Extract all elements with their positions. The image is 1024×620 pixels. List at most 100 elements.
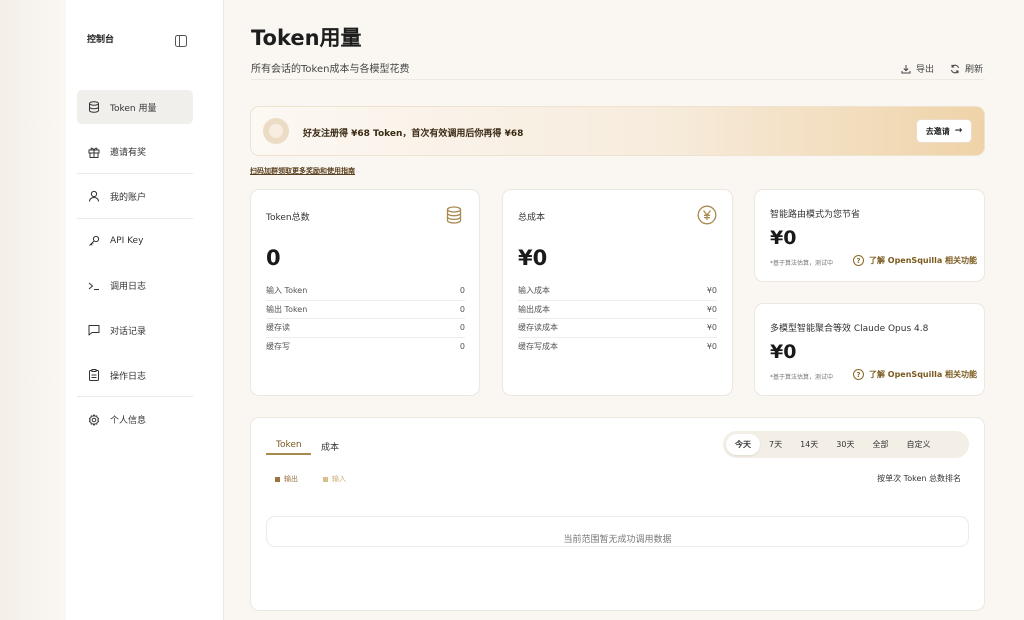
row-label: 缓存读成本 <box>518 323 558 333</box>
cost-breakdown: 输入成本 ¥0 输出成本 ¥0 缓存读成本 ¥0 缓存写成本 ¥0 <box>518 281 717 355</box>
main-content: Token用量 所有会话的Token成本与各模型花费 导出 刷新 好友注册得 ¥… <box>224 0 1024 620</box>
row-label: 缓存写成本 <box>518 342 558 352</box>
row-label: 缓存写 <box>266 342 290 352</box>
list-item: 缓存写 0 <box>266 336 465 356</box>
learn-more-label: 了解 OpenSquilla 相关功能 <box>869 370 978 379</box>
time-range-selector: 今天 7天 14天 30天 全部 自定义 <box>723 431 969 458</box>
sidebar-item-label: 操作日志 <box>110 371 147 382</box>
smart-routing-saving-card: 智能路由模式为您节省 ¥0 *基于算法估算，测试中 ? 了解 OpenSquil… <box>754 189 985 282</box>
row-label: 输入 Token <box>266 285 308 295</box>
card-label: Token总数 <box>266 213 310 223</box>
learn-more-link[interactable]: ? 了解 OpenSquilla 相关功能 <box>853 369 977 380</box>
total-cost-card: 总成本 ¥0 输入成本 ¥0 输出成本 ¥0 缓存读成本 ¥0 缓存写成本 ¥0 <box>502 189 733 396</box>
clipboard-icon <box>87 368 101 382</box>
row-value: 0 <box>459 342 465 352</box>
list-item: 缓存写成本 ¥0 <box>518 336 717 356</box>
legend-input: 输入 <box>323 474 346 484</box>
token-total-value: 0 <box>266 246 281 270</box>
sidebar-item-call-log[interactable]: 调用日志 <box>77 269 193 303</box>
card-label: 总成本 <box>518 213 546 223</box>
sidebar-item-operation-log[interactable]: 操作日志 <box>77 358 193 392</box>
card-label: 智能路由模式为您节省 <box>770 210 861 220</box>
go-invite-button[interactable]: 去邀请 → <box>916 119 972 143</box>
range-today[interactable]: 今天 <box>726 434 760 455</box>
sidebar-item-invite[interactable]: 邀请有奖 <box>77 135 193 169</box>
row-label: 输出 Token <box>266 304 308 314</box>
sidebar-item-label: 个人信息 <box>110 416 147 427</box>
divider <box>77 173 193 174</box>
help-icon: ? <box>853 369 864 380</box>
row-label: 输出成本 <box>518 304 550 314</box>
sidebar-item-label: 调用日志 <box>110 282 147 293</box>
total-cost-value: ¥0 <box>518 246 548 270</box>
range-14d[interactable]: 14天 <box>791 434 827 455</box>
refresh-label: 刷新 <box>965 65 984 75</box>
range-7d[interactable]: 7天 <box>760 434 791 455</box>
go-invite-label: 去邀请 <box>925 126 950 136</box>
list-item: 输入 Token 0 <box>266 281 465 300</box>
divider <box>251 79 985 80</box>
legend-swatch <box>275 476 280 482</box>
arrow-right-icon: → <box>954 126 963 136</box>
empty-state: 当前范围暂无成功调用数据 <box>266 516 969 547</box>
invite-banner: 好友注册得 ¥68 Token，首次有效调用后你再得 ¥68 去邀请 → <box>250 106 985 156</box>
learn-more-link[interactable]: ? 了解 OpenSquilla 相关功能 <box>853 255 977 266</box>
list-item: 输出 Token 0 <box>266 299 465 319</box>
sidebar-item-label: 邀请有奖 <box>110 148 147 159</box>
legend-label: 输出 <box>284 475 298 483</box>
database-icon <box>87 100 101 114</box>
row-value: ¥0 <box>706 285 717 295</box>
gear-icon <box>87 413 101 427</box>
refresh-icon <box>951 64 959 73</box>
export-label: 导出 <box>916 65 935 75</box>
divider <box>77 396 193 397</box>
list-item: 输入成本 ¥0 <box>518 281 717 300</box>
sidebar-item-token-usage[interactable]: Token 用量 <box>77 90 193 124</box>
row-value: ¥0 <box>706 304 717 314</box>
sidebar-item-label: Token 用量 <box>110 103 157 114</box>
download-icon <box>901 64 911 73</box>
token-total-card: Token总数 0 输入 Token 0 输出 Token 0 缓存读 0 缓存写 0 <box>250 189 480 396</box>
range-30d[interactable]: 30天 <box>827 434 863 455</box>
refresh-button[interactable]: 刷新 <box>950 62 983 75</box>
legend-output: 输出 <box>275 474 298 484</box>
sidebar-toggle-icon[interactable] <box>175 32 187 47</box>
sidebar-nav: Token 用量 邀请有奖 我的账户 API Key 调用日志 对话记录 操作日… <box>77 90 193 448</box>
range-all[interactable]: 全部 <box>863 434 897 455</box>
estimate-note: *基于算法估算，测试中 <box>770 260 834 267</box>
export-button[interactable]: 导出 <box>901 62 934 75</box>
banner-text: 好友注册得 ¥68 Token，首次有效调用后你再得 ¥68 <box>303 129 524 139</box>
sidebar-item-chat-history[interactable]: 对话记录 <box>77 313 193 347</box>
help-icon: ? <box>853 255 864 266</box>
legend-label: 输入 <box>332 475 346 483</box>
tab-cost[interactable]: 成本 <box>321 440 339 453</box>
user-icon <box>87 189 101 203</box>
equivalent-cost-card: 多模型智能聚合等效 Claude Opus 4.8 ¥0 *基于算法估算，测试中… <box>754 303 985 396</box>
terminal-icon <box>87 279 101 293</box>
sidebar-item-label: 我的账户 <box>110 192 147 203</box>
saving-value: ¥0 <box>770 227 797 249</box>
estimate-note: *基于算法估算，测试中 <box>770 374 834 381</box>
tab-token[interactable]: Token <box>276 440 302 450</box>
row-value: 0 <box>459 304 465 314</box>
row-value: ¥0 <box>706 323 717 333</box>
sidebar: 控制台 Token 用量 邀请有奖 我的账户 API Key 调用日志 对话记录 <box>66 0 224 620</box>
divider <box>77 218 193 219</box>
gift-icon <box>87 145 101 159</box>
card-label: 多模型智能聚合等效 Claude Opus 4.8 <box>770 324 929 334</box>
yen-icon <box>697 205 717 225</box>
list-item: 缓存读 0 <box>266 318 465 337</box>
sidebar-item-api-key[interactable]: API Key <box>77 224 193 258</box>
sidebar-item-label: 对话记录 <box>110 326 147 337</box>
active-tab-indicator <box>266 453 311 455</box>
key-icon <box>87 234 101 248</box>
range-custom[interactable]: 自定义 <box>897 434 939 455</box>
row-value: 0 <box>459 323 465 333</box>
sidebar-item-account[interactable]: 我的账户 <box>77 179 193 213</box>
equivalent-value: ¥0 <box>770 341 797 363</box>
empty-text: 当前范围暂无成功调用数据 <box>563 535 672 545</box>
guide-link[interactable]: 扫码加群领取更多奖励和使用指南 <box>250 166 355 176</box>
learn-more-label: 了解 OpenSquilla 相关功能 <box>869 256 978 265</box>
row-value: ¥0 <box>706 342 717 352</box>
sidebar-item-profile[interactable]: 个人信息 <box>77 403 193 437</box>
